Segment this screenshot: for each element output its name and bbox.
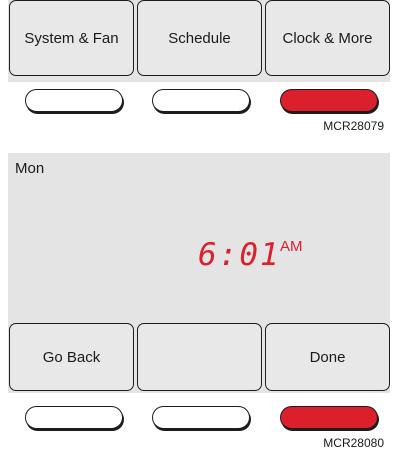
hardware-button-left[interactable] [25, 89, 123, 112]
figure-code: MCR28079 [323, 119, 384, 133]
thermostat-screen-menu: System & Fan Schedule Clock & More [8, 0, 390, 82]
thermostat-screen-clock: Mon 6:01 AM Go Back Done [8, 153, 390, 393]
schedule-button[interactable]: Schedule [137, 0, 262, 76]
system-fan-button[interactable]: System & Fan [9, 0, 134, 76]
hardware-button-right-highlighted[interactable] [280, 406, 378, 429]
day-label: Mon [15, 160, 45, 177]
clock-ampm: AM [280, 238, 303, 255]
blank-soft-key[interactable] [137, 323, 262, 391]
hardware-button-middle[interactable] [152, 89, 250, 112]
clock-more-button[interactable]: Clock & More [265, 0, 390, 76]
clock-time: 6:01 [198, 237, 281, 273]
go-back-button[interactable]: Go Back [9, 323, 134, 391]
hardware-button-left[interactable] [25, 406, 123, 429]
figure-code: MCR28080 [323, 436, 384, 450]
hardware-button-middle[interactable] [152, 406, 250, 429]
hardware-button-right-highlighted[interactable] [280, 89, 378, 112]
done-button[interactable]: Done [265, 323, 390, 391]
